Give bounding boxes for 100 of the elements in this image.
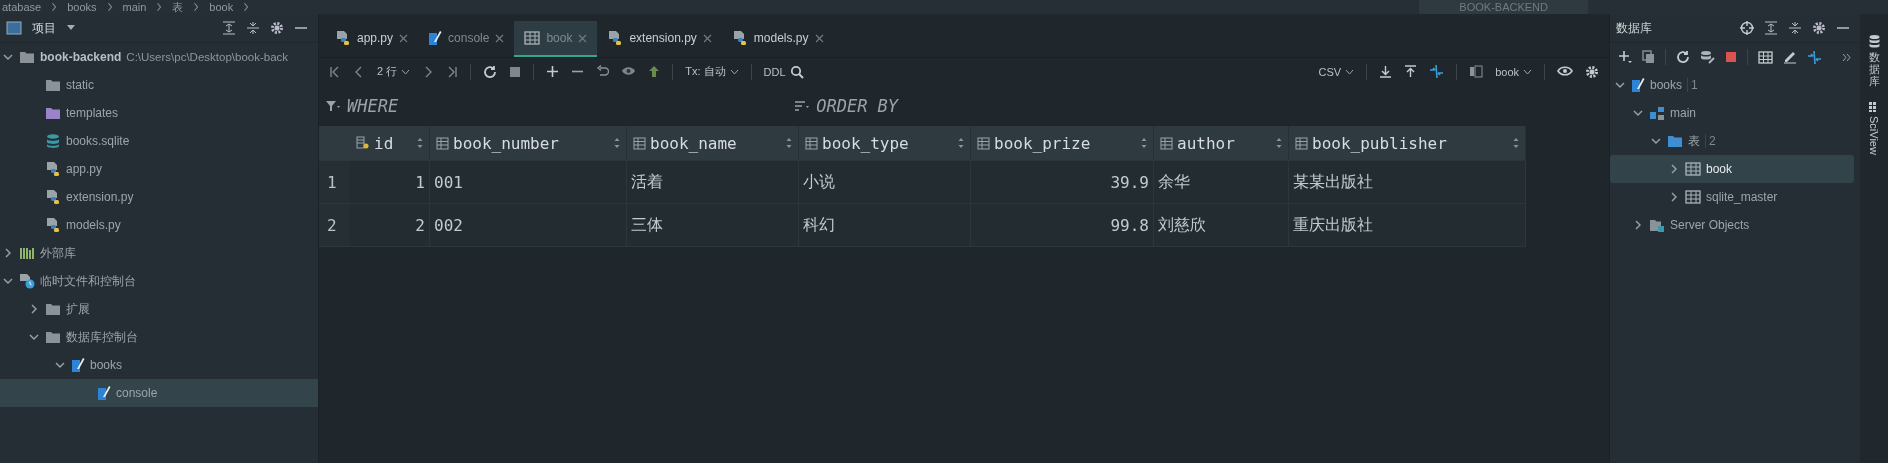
tree-item[interactable]: templates [0, 99, 318, 127]
column-header[interactable]: id [350, 126, 430, 160]
tree-item[interactable]: console [0, 379, 318, 407]
settings-icon[interactable] [1812, 21, 1826, 35]
editor-tab[interactable]: console [418, 21, 515, 57]
tree-item[interactable]: static [0, 71, 318, 99]
column-header[interactable]: book_prize [971, 126, 1154, 160]
chevron-down-icon[interactable] [29, 332, 39, 342]
column-header[interactable]: book_name [627, 126, 799, 160]
breadcrumb-item[interactable]: 表 [172, 0, 184, 14]
breadcrumb-item[interactable]: book [209, 0, 234, 14]
sort-icon[interactable] [1513, 138, 1519, 148]
first-page-icon[interactable] [329, 65, 341, 78]
tree-item[interactable]: extension.py [0, 183, 318, 211]
filter-icon[interactable] [325, 99, 341, 112]
close-icon[interactable] [814, 33, 824, 43]
sort-icon[interactable] [1141, 138, 1147, 148]
tree-item[interactable]: book [1610, 155, 1854, 183]
tree-item[interactable]: books 1 [1610, 71, 1860, 99]
sort-icon[interactable] [958, 138, 964, 148]
sort-icon[interactable] [786, 138, 792, 148]
eye-icon[interactable] [1557, 65, 1573, 78]
tree-item[interactable]: books.sqlite [0, 127, 318, 155]
breadcrumb-item[interactable]: atabase [2, 0, 42, 14]
row-count-selector[interactable]: 2 行 [377, 64, 398, 79]
ddl-button[interactable]: DDL [763, 65, 786, 78]
tree-item[interactable]: Server Objects [1610, 211, 1860, 239]
arrow-up-icon[interactable] [648, 65, 661, 78]
chevron-down-icon[interactable] [1615, 80, 1625, 90]
sort-icon[interactable] [794, 99, 811, 112]
table-icon[interactable] [1758, 50, 1773, 64]
expand-all-icon[interactable] [1764, 21, 1778, 35]
column-header[interactable]: book_type [799, 126, 971, 160]
chevron-right-icon[interactable] [1669, 164, 1679, 174]
table-selector[interactable]: book [1495, 65, 1519, 78]
chevron-down-icon[interactable] [1633, 108, 1643, 118]
chevron-down-icon[interactable] [1651, 136, 1661, 146]
tree-item[interactable]: book-backend C:\Users\pc\Desktop\book-back [0, 43, 318, 71]
editor-tab[interactable]: app.py [325, 21, 419, 57]
close-icon[interactable] [578, 33, 588, 43]
transaction-mode-selector[interactable]: Tx: 自动 [685, 64, 726, 79]
tree-item[interactable]: sqlite_master [1610, 183, 1860, 211]
chevron-down-icon[interactable] [55, 360, 65, 370]
tree-item[interactable]: books [0, 351, 318, 379]
refresh-icon[interactable] [483, 64, 498, 79]
tree-item[interactable]: 数据库控制台 [0, 323, 318, 351]
download-icon[interactable] [1379, 65, 1393, 78]
sort-icon[interactable] [614, 138, 620, 148]
settings-icon[interactable] [270, 21, 284, 35]
breadcrumb-item[interactable]: main [122, 0, 147, 14]
editor-tab[interactable]: extension.py [597, 21, 722, 57]
expand-all-icon[interactable] [222, 21, 236, 35]
where-filter-field[interactable]: WHERE [347, 95, 399, 116]
chevron-down-icon[interactable] [3, 276, 13, 286]
stop-icon[interactable] [1725, 51, 1737, 63]
tree-item[interactable]: models.py [0, 211, 318, 239]
undo-icon[interactable] [596, 65, 610, 78]
breadcrumb-item[interactable]: books [67, 0, 97, 14]
chevron-right-icon[interactable] [3, 248, 13, 258]
export-format-selector[interactable]: CSV [1318, 65, 1342, 78]
panel-title[interactable]: 项目 [32, 19, 56, 37]
collapse-all-icon[interactable] [1788, 21, 1802, 35]
stop-icon[interactable] [509, 65, 522, 78]
tree-item[interactable]: 表 2 [1610, 127, 1860, 155]
side-tab[interactable]: 数据库 [1868, 51, 1880, 88]
compare-icon[interactable] [1807, 49, 1822, 65]
add-icon[interactable] [1618, 50, 1632, 64]
dropdown-icon[interactable] [66, 25, 76, 31]
chevron-down-icon[interactable] [3, 52, 13, 62]
search-icon[interactable] [789, 64, 804, 79]
tree-item[interactable]: app.py [0, 155, 318, 183]
last-page-icon[interactable] [446, 65, 459, 78]
double-chevron-icon[interactable] [1842, 52, 1852, 62]
close-icon[interactable] [495, 33, 505, 43]
collapse-all-icon[interactable] [246, 21, 260, 35]
sort-icon[interactable] [1276, 138, 1282, 148]
editor-tab[interactable]: book [514, 21, 598, 57]
compare-icon[interactable] [1429, 64, 1445, 79]
database-tools-icon[interactable] [1700, 50, 1715, 64]
tree-item[interactable]: main [1610, 99, 1860, 127]
upload-icon[interactable] [1404, 65, 1418, 78]
tree-item[interactable]: 临时文件和控制台 [0, 267, 318, 295]
tree-item[interactable]: 外部库 [0, 239, 318, 267]
add-icon[interactable] [546, 65, 560, 78]
column-header[interactable]: book_number [430, 126, 627, 160]
column-header[interactable]: author [1154, 126, 1289, 160]
refresh-icon[interactable] [1676, 50, 1690, 64]
edit-icon[interactable] [1783, 50, 1797, 64]
sort-icon[interactable] [417, 138, 423, 148]
chevron-right-icon[interactable] [29, 304, 39, 314]
settings-icon[interactable] [1585, 64, 1599, 79]
close-icon[interactable] [702, 33, 712, 43]
copy-icon[interactable] [1642, 50, 1655, 64]
side-tab[interactable]: SciView [1868, 116, 1880, 156]
editor-tab[interactable]: models.py [721, 21, 834, 57]
chevron-right-icon[interactable] [1669, 192, 1679, 202]
eye-icon[interactable] [621, 65, 637, 78]
column-header[interactable]: book_publisher [1289, 126, 1526, 160]
target-icon[interactable] [1740, 21, 1754, 35]
close-icon[interactable] [399, 33, 409, 43]
